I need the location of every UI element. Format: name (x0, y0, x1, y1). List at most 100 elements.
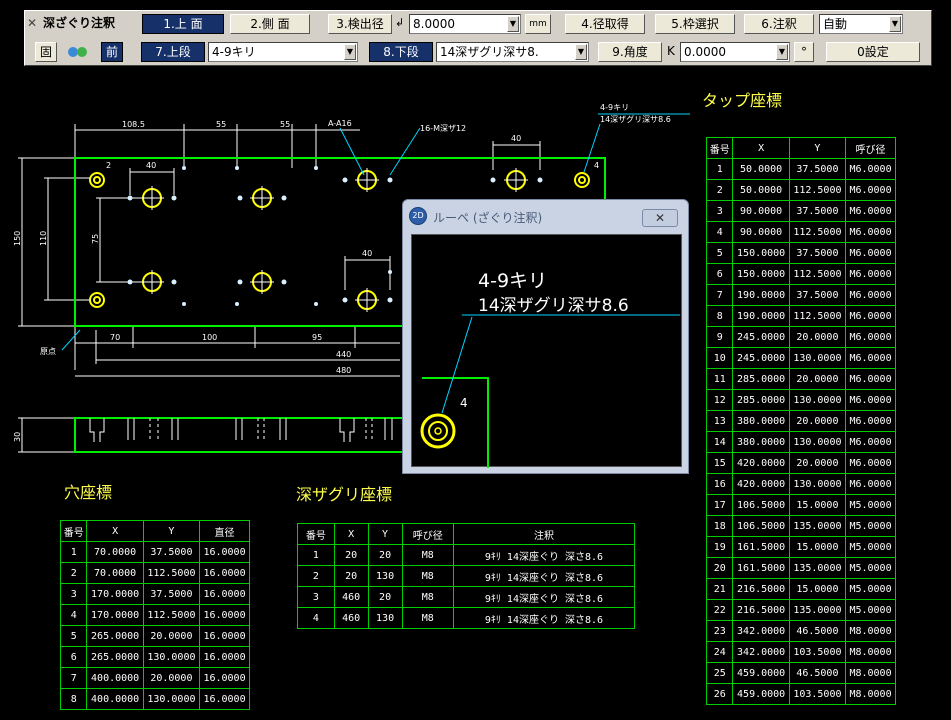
table-row[interactable]: 5 150.0000 37.5000 M6.0000 (705, 242, 896, 264)
table-cell: 50.0000 (732, 158, 790, 180)
table-cell: M5.0000 (845, 536, 896, 558)
leader-a: A-A16 (328, 119, 352, 128)
table-row[interactable]: 2 20 130 M8 9ｷﾘ 14深座ぐり 深さ8.6 (297, 565, 636, 587)
table-row[interactable]: 12 285.0000 130.0000 M6.0000 (705, 389, 896, 411)
table-cell: 103.5000 (788, 683, 847, 705)
table-cell: 20 (367, 586, 403, 608)
table-row[interactable]: 5 265.0000 20.0000 16.0000 (59, 625, 250, 647)
table-cell: 130.0000 (788, 473, 847, 495)
table-cell: M8 (401, 544, 454, 566)
table-cell: 19 (705, 536, 734, 558)
table-row[interactable]: 4 170.0000 112.5000 16.0000 (59, 604, 250, 626)
table-row[interactable]: 25 459.0000 46.5000 M8.0000 (705, 662, 896, 684)
loupe-view[interactable]: 4 4-9キリ 14深ザグリ深サ8.6 (411, 234, 682, 468)
close-button[interactable]: ✕ (642, 209, 678, 227)
table-row[interactable]: 23 342.0000 46.5000 M8.0000 (705, 620, 896, 642)
origin-label: 原点 (40, 347, 56, 356)
dim-top-2: 55 (216, 120, 226, 129)
table-cell: M6.0000 (845, 200, 896, 222)
col-header: 直径 (199, 520, 250, 542)
table-cell: 90.0000 (732, 200, 790, 222)
table-cell: 130.0000 (142, 688, 201, 710)
table-cell: 20.0000 (142, 625, 201, 647)
table-cell: 216.5000 (732, 578, 790, 600)
table-cell: 1 (59, 541, 88, 563)
table-row[interactable]: 3 460 20 M8 9ｷﾘ 14深座ぐり 深さ8.6 (297, 586, 636, 608)
table-cell: 3 (297, 586, 335, 608)
table-row[interactable]: 22 216.5000 135.0000 M5.0000 (705, 599, 896, 621)
table-cell: 20 (367, 544, 403, 566)
table-row[interactable]: 26 459.0000 103.5000 M8.0000 (705, 683, 896, 705)
table-row[interactable]: 14 380.0000 130.0000 M6.0000 (705, 431, 896, 453)
table-row[interactable]: 9 245.0000 20.0000 M6.0000 (705, 326, 896, 348)
table-cell: 1 (297, 544, 335, 566)
col-header: X (333, 523, 369, 545)
table-cell: 265.0000 (86, 625, 144, 647)
table-row[interactable]: 15 420.0000 20.0000 M6.0000 (705, 452, 896, 474)
table-cell: 10 (705, 347, 734, 369)
table-cell: 459.0000 (732, 662, 790, 684)
table-cell: 16.0000 (199, 562, 250, 584)
table-row[interactable]: 2 50.0000 112.5000 M6.0000 (705, 179, 896, 201)
table-cell: 9 (705, 326, 734, 348)
table-cell: 37.5000 (142, 583, 201, 605)
table-cell: 7 (59, 667, 88, 689)
table-row[interactable]: 4 90.0000 112.5000 M6.0000 (705, 221, 896, 243)
table-cell: 70.0000 (86, 541, 144, 563)
table-cell: 16.0000 (199, 625, 250, 647)
table-row[interactable]: 8 400.0000 130.0000 16.0000 (59, 688, 250, 710)
col-header: 番号 (59, 520, 88, 542)
table-row[interactable]: 10 245.0000 130.0000 M6.0000 (705, 347, 896, 369)
counterbore-table-title: 深ザグリ座標 (296, 485, 393, 504)
table-cell: 380.0000 (732, 410, 790, 432)
table-cell: M6.0000 (845, 431, 896, 453)
table-row[interactable]: 4 460 130 M8 9ｷﾘ 14深座ぐり 深さ8.6 (297, 607, 636, 629)
table-row[interactable]: 1 70.0000 37.5000 16.0000 (59, 541, 250, 563)
table-row[interactable]: 1 50.0000 37.5000 M6.0000 (705, 158, 896, 180)
table-cell: 106.5000 (732, 515, 790, 537)
table-row[interactable]: 19 161.5000 15.0000 M5.0000 (705, 536, 896, 558)
table-row[interactable]: 7 400.0000 20.0000 16.0000 (59, 667, 250, 689)
table-cell: 460 (333, 586, 369, 608)
loupe-hole-number: 4 (460, 396, 468, 410)
table-row[interactable]: 8 190.0000 112.5000 M6.0000 (705, 305, 896, 327)
dim-top-3: 55 (280, 120, 290, 129)
table-row[interactable]: 24 342.0000 103.5000 M8.0000 (705, 641, 896, 663)
plate-side-view[interactable] (74, 417, 406, 453)
table-cell: 15 (705, 452, 734, 474)
table-row[interactable]: 1 20 20 M8 9ｷﾘ 14深座ぐり 深さ8.6 (297, 544, 636, 566)
table-row[interactable]: 17 106.5000 15.0000 M5.0000 (705, 494, 896, 516)
hole-number-4: 4 (594, 161, 599, 170)
table-cell: M6.0000 (845, 263, 896, 285)
table-cell: 400.0000 (86, 688, 144, 710)
table-row[interactable]: 6 150.0000 112.5000 M6.0000 (705, 263, 896, 285)
table-cell: 25 (705, 662, 734, 684)
dim-bottom-100: 100 (202, 333, 217, 342)
table-cell: 1 (705, 158, 734, 180)
table-cell: 342.0000 (732, 641, 790, 663)
table-row[interactable]: 21 216.5000 15.0000 M5.0000 (705, 578, 896, 600)
table-cell: 6 (705, 263, 734, 285)
table-cell: 20.0000 (788, 368, 847, 390)
table-row[interactable]: 6 265.0000 130.0000 16.0000 (59, 646, 250, 668)
table-cell: 8 (59, 688, 88, 710)
table-cell: 20.0000 (788, 326, 847, 348)
table-row[interactable]: 16 420.0000 130.0000 M6.0000 (705, 473, 896, 495)
loupe-window[interactable]: 2D ルーペ (ざぐり注釈) ✕ 4 4-9キリ 14深ザグリ深サ8.6 (402, 199, 689, 474)
table-row[interactable]: 18 106.5000 135.0000 M5.0000 (705, 515, 896, 537)
table-row[interactable]: 3 90.0000 37.5000 M6.0000 (705, 200, 896, 222)
table-row[interactable]: 11 285.0000 20.0000 M6.0000 (705, 368, 896, 390)
callout-top: 4-9キリ (600, 103, 629, 112)
loupe-line1: 4-9キリ (478, 270, 547, 292)
col-header: 番号 (705, 137, 734, 159)
table-row[interactable]: 13 380.0000 20.0000 M6.0000 (705, 410, 896, 432)
table-cell: 130.0000 (788, 389, 847, 411)
table-cell: 112.5000 (788, 263, 847, 285)
table-cell: 5 (705, 242, 734, 264)
table-cell: 46.5000 (788, 662, 847, 684)
table-cell: 161.5000 (732, 557, 790, 579)
table-row[interactable]: 3 170.0000 37.5000 16.0000 (59, 583, 250, 605)
table-row[interactable]: 7 190.0000 37.5000 M6.0000 (705, 284, 896, 306)
table-row[interactable]: 20 161.5000 135.0000 M5.0000 (705, 557, 896, 579)
table-row[interactable]: 2 70.0000 112.5000 16.0000 (59, 562, 250, 584)
